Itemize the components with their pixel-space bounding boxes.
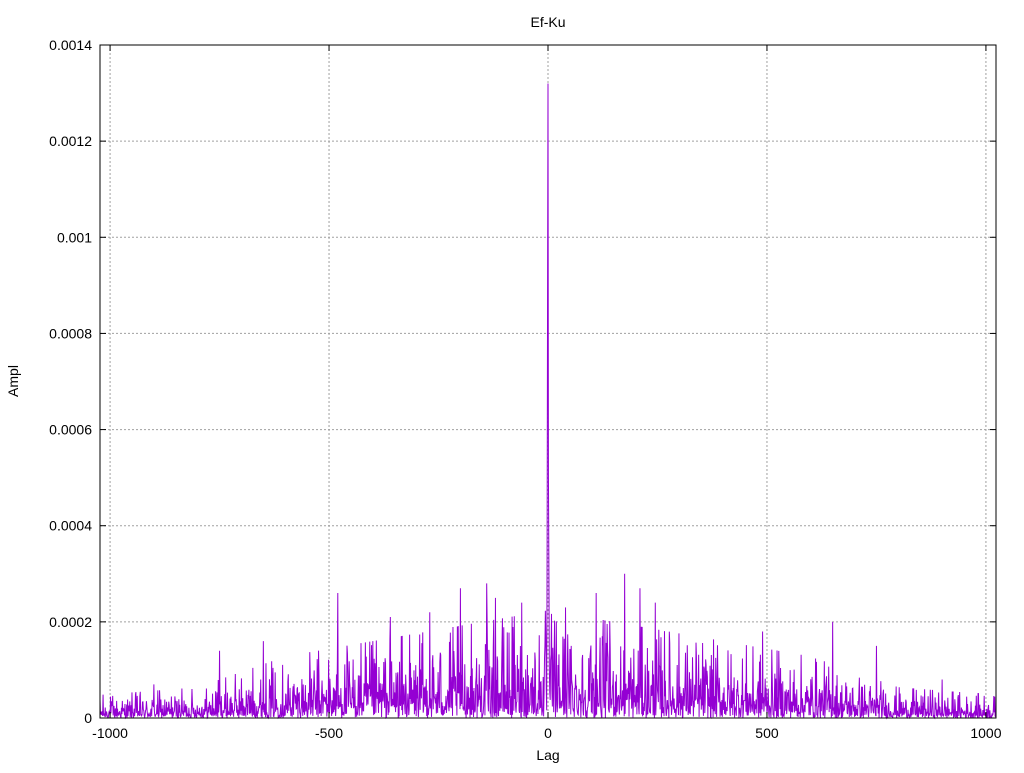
y-axis-label: Ampl [5, 365, 21, 397]
y-tick-label: 0.0014 [49, 37, 92, 53]
x-tick-label: 1000 [970, 725, 1001, 741]
x-tick-label: -1000 [92, 725, 128, 741]
y-tick-labels: 0 0.0002 0.0004 0.0006 0.0008 0.001 0.0012 0.00… [49, 37, 92, 726]
y-tick-label: 0 [84, 710, 92, 726]
y-tick-label: 0.0002 [49, 614, 92, 630]
y-tick-label: 0.0012 [49, 133, 92, 149]
y-tick-label: 0.001 [57, 229, 92, 245]
x-tick-labels: -1000 -500 0 500 1000 [92, 725, 1002, 741]
chart-svg: Ef-Ku -1000 -500 0 500 1000 0 0.0002 0.0004 0.0… [5, 14, 1002, 763]
x-tick-label: 500 [755, 725, 779, 741]
x-tick-label: 0 [544, 725, 552, 741]
x-tick-label: -500 [315, 725, 343, 741]
x-axis-label: Lag [536, 747, 559, 763]
y-tick-label: 0.0008 [49, 325, 92, 341]
y-tick-label: 0.0006 [49, 422, 92, 438]
y-tick-label: 0.0004 [49, 518, 92, 534]
chart-container: Ef-Ku -1000 -500 0 500 1000 0 0.0002 0.0004 0.0… [0, 0, 1024, 768]
chart-title: Ef-Ku [530, 14, 565, 30]
